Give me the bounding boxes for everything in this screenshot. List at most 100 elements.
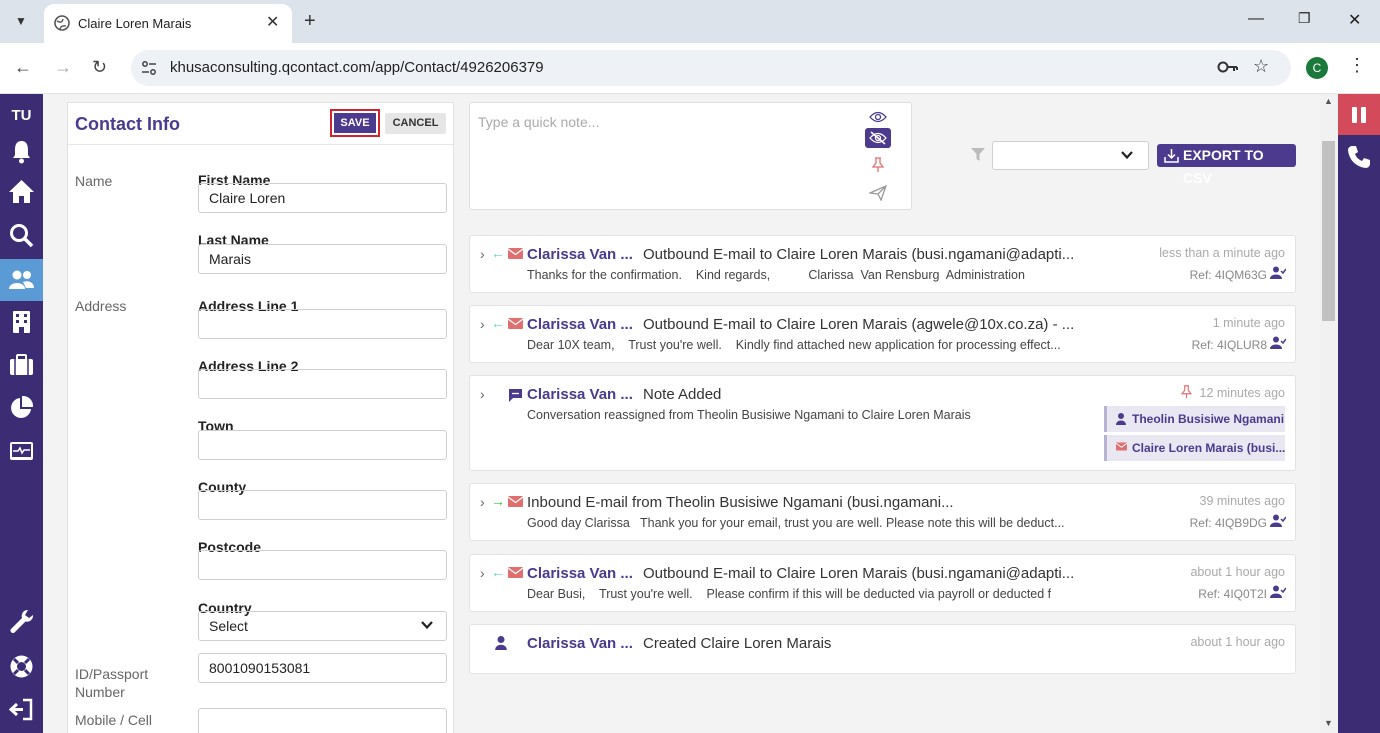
expand-chevron-icon[interactable]: › bbox=[480, 316, 485, 332]
export-csv-button[interactable]: EXPORT TO CSV bbox=[1157, 144, 1296, 186]
postcode-field[interactable] bbox=[198, 550, 447, 580]
back-icon[interactable]: ← bbox=[14, 57, 32, 78]
site-info-icon[interactable] bbox=[141, 60, 157, 76]
activity-user[interactable]: Clarissa Van ... bbox=[527, 316, 633, 333]
mobile-cell-field[interactable] bbox=[198, 708, 447, 733]
address-line-2-field[interactable] bbox=[198, 369, 447, 399]
forward-icon[interactable]: → bbox=[54, 57, 72, 78]
quick-note-box[interactable]: Type a quick note... bbox=[469, 102, 912, 210]
address-line-1-field[interactable] bbox=[198, 309, 447, 339]
address-group-label: Address bbox=[75, 298, 127, 314]
address-bar[interactable]: khusaconsulting.qcontact.com/app/Contact… bbox=[131, 50, 1291, 86]
assign-user-icon[interactable] bbox=[1270, 266, 1286, 279]
window-close-icon[interactable]: ✕ bbox=[1348, 10, 1361, 30]
activity-user[interactable]: Clarissa Van ... bbox=[527, 246, 633, 263]
pie-chart-icon[interactable] bbox=[8, 394, 35, 421]
tab-close-icon[interactable]: ✕ bbox=[266, 12, 279, 32]
eye-slash-icon[interactable] bbox=[865, 128, 891, 148]
id-passport-field[interactable]: 8001090153081 bbox=[198, 653, 447, 683]
main-content: Contact Info SAVE CANCEL Name First Name… bbox=[43, 94, 1320, 733]
expand-chevron-icon[interactable]: › bbox=[480, 246, 485, 262]
expand-chevron-icon[interactable]: › bbox=[480, 386, 485, 402]
activity-preview: Dear Busi, Trust you're well. Please con… bbox=[527, 587, 1052, 601]
restore-icon[interactable]: ❐ bbox=[1298, 10, 1311, 27]
activity-subject: Created Claire Loren Marais bbox=[643, 635, 832, 652]
filter-icon[interactable] bbox=[971, 148, 985, 161]
browser-menu-icon[interactable]: ⋮ bbox=[1348, 55, 1366, 76]
building-icon[interactable] bbox=[8, 308, 35, 335]
tab-search-icon[interactable]: ▼ bbox=[8, 8, 34, 34]
minimize-icon[interactable]: — bbox=[1248, 10, 1264, 28]
user-icon bbox=[1116, 413, 1126, 425]
activity-ref: Ref: 4IQB9DG bbox=[1189, 516, 1267, 530]
assignee-tag-label: Claire Loren Marais (busi... bbox=[1132, 441, 1285, 455]
first-name-field[interactable]: Claire Loren bbox=[198, 183, 447, 213]
scroll-up-icon[interactable]: ▲ bbox=[1324, 96, 1333, 106]
scroll-down-icon[interactable]: ▼ bbox=[1324, 718, 1333, 728]
last-name-field[interactable]: Marais bbox=[198, 244, 447, 274]
cancel-button[interactable]: CANCEL bbox=[385, 113, 446, 134]
name-group-label: Name bbox=[75, 173, 113, 189]
country-select-value: Select bbox=[209, 618, 248, 634]
url-text: khusaconsulting.qcontact.com/app/Contact… bbox=[170, 59, 544, 76]
phone-icon[interactable] bbox=[1346, 144, 1372, 170]
lifebuoy-icon[interactable] bbox=[8, 653, 35, 680]
expand-chevron-icon[interactable]: › bbox=[480, 565, 485, 581]
contacts-icon[interactable] bbox=[8, 266, 35, 293]
activity-time: less than a minute ago bbox=[1159, 246, 1285, 260]
chevron-down-icon bbox=[421, 621, 433, 630]
activity-item[interactable]: › → Inbound E-mail from Theolin Busisiwe… bbox=[469, 483, 1296, 541]
user-initials[interactable]: TU bbox=[0, 107, 43, 124]
home-icon[interactable] bbox=[8, 178, 35, 205]
assign-user-icon[interactable] bbox=[1270, 336, 1286, 349]
activity-preview: Dear 10X team, Trust you're well. Kindly… bbox=[527, 338, 1061, 352]
activity-user[interactable]: Clarissa Van ... bbox=[527, 565, 633, 582]
contact-info-panel: Contact Info SAVE CANCEL Name First Name… bbox=[67, 102, 454, 733]
activity-item[interactable]: › Clarissa Van ... Note Added Conversati… bbox=[469, 375, 1296, 471]
activity-time: 12 minutes ago bbox=[1199, 386, 1285, 400]
profile-avatar[interactable]: C bbox=[1306, 57, 1328, 79]
new-tab-icon[interactable]: + bbox=[304, 10, 316, 33]
activity-user[interactable]: Clarissa Van ... bbox=[527, 635, 633, 652]
pin-icon[interactable] bbox=[865, 155, 891, 175]
assignee-tag[interactable]: Theolin Busisiwe Ngamani bbox=[1104, 406, 1285, 432]
save-button[interactable]: SAVE bbox=[330, 109, 380, 137]
activity-item[interactable]: › ← Clarissa Van ... Outbound E-mail to … bbox=[469, 305, 1296, 363]
expand-chevron-icon[interactable]: › bbox=[480, 494, 485, 510]
bookmark-star-icon[interactable]: ☆ bbox=[1253, 56, 1269, 77]
contact-info-title: Contact Info bbox=[75, 114, 180, 134]
activity-item[interactable]: › ← Clarissa Van ... Outbound E-mail to … bbox=[469, 554, 1296, 612]
activity-item[interactable]: › ← Clarissa Van ... Outbound E-mail to … bbox=[469, 235, 1296, 293]
bell-icon[interactable] bbox=[8, 138, 35, 165]
logout-icon[interactable] bbox=[8, 696, 35, 723]
browser-tab[interactable]: Claire Loren Marais ✕ bbox=[44, 4, 292, 43]
activity-subject: Outbound E-mail to Claire Loren Marais (… bbox=[643, 316, 1075, 333]
password-key-icon[interactable] bbox=[1217, 59, 1239, 75]
note-icon bbox=[509, 389, 522, 402]
reload-icon[interactable]: ↻ bbox=[92, 57, 107, 78]
assign-user-icon[interactable] bbox=[1270, 585, 1286, 598]
town-field[interactable] bbox=[198, 430, 447, 460]
activity-filter-select[interactable] bbox=[992, 141, 1149, 170]
county-field[interactable] bbox=[198, 490, 447, 520]
assign-user-icon[interactable] bbox=[1270, 514, 1286, 527]
pause-button[interactable] bbox=[1338, 94, 1380, 135]
country-select[interactable]: Select bbox=[198, 611, 447, 641]
chevron-down-icon bbox=[1121, 151, 1133, 160]
monitor-icon[interactable] bbox=[8, 438, 35, 465]
send-icon[interactable] bbox=[865, 183, 891, 203]
globe-icon bbox=[54, 15, 70, 31]
activity-time: 1 minute ago bbox=[1212, 316, 1285, 330]
export-csv-label: EXPORT TO CSV bbox=[1183, 147, 1264, 186]
activity-user[interactable]: Clarissa Van ... bbox=[527, 386, 633, 403]
briefcase-icon[interactable] bbox=[8, 351, 35, 378]
quick-note-placeholder[interactable]: Type a quick note... bbox=[478, 114, 599, 130]
eye-icon[interactable] bbox=[865, 107, 891, 127]
wrench-icon[interactable] bbox=[8, 608, 35, 635]
activity-preview: Thanks for the confirmation. Kind regard… bbox=[527, 268, 1025, 282]
scrollbar-thumb[interactable] bbox=[1322, 141, 1335, 321]
id-passport-label: ID/Passport Number bbox=[75, 666, 149, 700]
search-icon[interactable] bbox=[8, 222, 35, 249]
activity-item[interactable]: Clarissa Van ... Created Claire Loren Ma… bbox=[469, 624, 1296, 674]
assignee-tag[interactable]: Claire Loren Marais (busi... bbox=[1104, 435, 1285, 461]
